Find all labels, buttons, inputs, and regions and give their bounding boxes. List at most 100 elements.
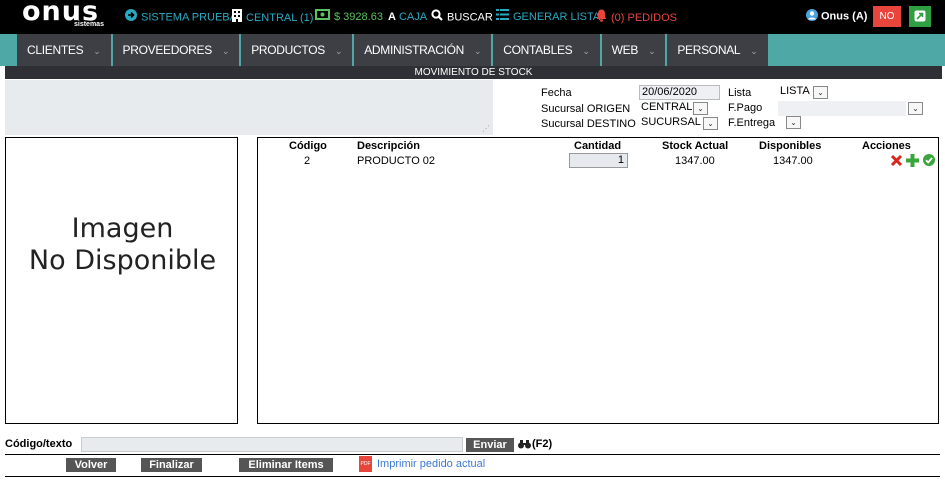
search-label: BUSCAR (447, 11, 493, 24)
user-avatar-icon (806, 9, 818, 24)
generate-list-link[interactable]: GENERAR LISTA (496, 9, 600, 25)
chevron-down-icon[interactable]: ⌄ (786, 116, 801, 129)
image-placeholder-line2: No Disponible (28, 245, 217, 276)
chevron-down-icon: ⌄ (582, 46, 590, 56)
generate-list-label: GENERAR LISTA (513, 11, 601, 23)
shortcut-label: (F2) (532, 438, 553, 450)
page-title: MOVIMIENTO DE STOCK (5, 66, 942, 79)
branch-label: CENTRAL (1) (246, 11, 314, 24)
bell-icon (596, 9, 607, 27)
divider (5, 454, 940, 455)
notes-textarea[interactable]: ⋰ (5, 80, 493, 135)
building-icon (232, 9, 242, 27)
menu-label: PROVEEDORES (122, 43, 213, 57)
origen-label: Sucursal ORIGEN (541, 103, 631, 115)
open-external-button[interactable] (909, 6, 931, 27)
menu-label: ADMINISTRACIÓN (364, 43, 465, 57)
orders-label: (0) PEDIDOS (611, 11, 678, 24)
user-menu[interactable]: Onus (A) (806, 9, 867, 24)
cell-descripcion: PRODUCTO 02 (357, 155, 436, 167)
send-button[interactable]: Enviar (466, 438, 514, 452)
menu-productos[interactable]: PRODUCTOS ⌄ (241, 34, 355, 66)
col-header-descripcion: Descripción (357, 140, 420, 152)
pdf-icon[interactable]: PDF (359, 456, 372, 472)
font-a-icon: A (388, 11, 396, 23)
confirm-icon[interactable] (923, 154, 935, 169)
col-header-cantidad: Cantidad (574, 140, 622, 152)
col-header-acciones: Acciones (862, 140, 911, 152)
chevron-down-icon[interactable]: ⌄ (908, 102, 923, 115)
items-table: Código Descripción Cantidad Stock Actual… (257, 137, 939, 424)
code-text-label: Código/texto (5, 438, 73, 450)
user-label: Onus (A) (821, 10, 868, 23)
delete-items-button[interactable]: Eliminar Items (239, 458, 333, 472)
brand-sub: sistemas (74, 21, 104, 28)
menu-administracion[interactable]: ADMINISTRACIÓN ⌄ (354, 34, 494, 66)
chevron-down-icon[interactable]: ⌄ (703, 117, 718, 130)
back-button[interactable]: Volver (66, 458, 116, 472)
fpago-select[interactable] (778, 101, 906, 116)
branch-link[interactable]: CENTRAL (1) (232, 9, 313, 25)
orders-link[interactable]: (0) PEDIDOS (596, 9, 677, 25)
cash-label: $ 3928.63 (334, 11, 383, 23)
divider (5, 476, 940, 477)
menu-label: PRODUCTOS (251, 43, 325, 57)
chevron-down-icon: ⌄ (221, 46, 230, 56)
lista-select[interactable]: LISTA (778, 85, 811, 100)
chevron-down-icon[interactable]: ⌄ (813, 86, 828, 99)
cell-stock: 1347.00 (675, 155, 715, 167)
menu-personal[interactable]: PERSONAL ⌄ (667, 34, 767, 66)
search-link[interactable]: BUSCAR (431, 9, 493, 25)
col-header-stock: Stock Actual (662, 140, 729, 152)
fecha-label: Fecha (541, 87, 572, 99)
top-bar: onus sistemas SISTEMA PRUEBA CENTRAL (1)… (0, 0, 945, 34)
resize-grip-icon[interactable]: ⋰ (482, 124, 490, 133)
add-icon[interactable] (906, 154, 919, 170)
external-link-icon (914, 10, 926, 25)
image-placeholder-line1: Imagen (71, 213, 174, 244)
col-header-codigo: Código (289, 140, 327, 152)
cash-link[interactable]: $ 3928.63 (315, 9, 383, 25)
menu-proveedores[interactable]: PROVEEDORES ⌄ (113, 34, 242, 66)
menu-label: WEB (611, 43, 639, 57)
search-icon (431, 9, 443, 26)
menu-clientes[interactable]: CLIENTES ⌄ (17, 34, 113, 66)
fentrega-label: F.Entrega (728, 117, 776, 129)
money-icon (315, 9, 330, 25)
chevron-down-icon: ⌄ (93, 46, 101, 56)
menu-contables[interactable]: CONTABLES ⌄ (493, 34, 602, 66)
menu-web[interactable]: WEB ⌄ (602, 34, 668, 66)
fecha-input[interactable]: 20/06/2020 (639, 85, 720, 100)
finish-button[interactable]: Finalizar (141, 458, 202, 472)
chevron-down-icon[interactable]: ⌄ (693, 102, 708, 115)
cell-disponibles: 1347.00 (773, 155, 813, 167)
menu-label: PERSONAL (677, 43, 741, 57)
system-link[interactable]: SISTEMA PRUEBA (125, 9, 237, 25)
box-link[interactable]: A CAJA (388, 9, 427, 25)
quantity-input[interactable]: 1 (569, 153, 628, 168)
list-icon (496, 9, 509, 25)
chevron-down-icon: ⌄ (334, 46, 343, 56)
main-menu: CLIENTES ⌄ PROVEEDORES ⌄ PRODUCTOS ⌄ ADMINI… (17, 34, 768, 66)
delete-icon[interactable] (890, 154, 903, 170)
system-label: SISTEMA PRUEBA (141, 11, 237, 24)
destino-select[interactable]: SUCURSAL (639, 116, 701, 131)
chevron-down-icon: ⌄ (648, 46, 656, 56)
chevron-down-icon: ⌄ (474, 46, 482, 56)
image-placeholder-text: Imagen No Disponible (6, 213, 239, 277)
no-button[interactable]: NO (873, 6, 901, 27)
lista-label: Lista (728, 87, 752, 99)
fpago-label: F.Pago (728, 102, 763, 114)
code-text-input[interactable] (81, 437, 463, 452)
brand-logo[interactable]: onus sistemas (22, 0, 104, 32)
print-order-link[interactable]: Imprimir pedido actual (377, 458, 485, 470)
menu-label: CONTABLES (503, 43, 573, 57)
binoculars-icon[interactable] (518, 439, 531, 452)
menu-label: CLIENTES (27, 43, 84, 57)
origen-select[interactable]: CENTRAL (639, 101, 692, 116)
box-label: CAJA (398, 11, 428, 23)
arrow-circle-icon (125, 9, 137, 26)
chevron-down-icon: ⌄ (750, 46, 758, 56)
main-menu-bar: CLIENTES ⌄ PROVEEDORES ⌄ PRODUCTOS ⌄ ADMINI… (0, 34, 945, 66)
destino-label: Sucursal DESTINO (541, 118, 636, 130)
